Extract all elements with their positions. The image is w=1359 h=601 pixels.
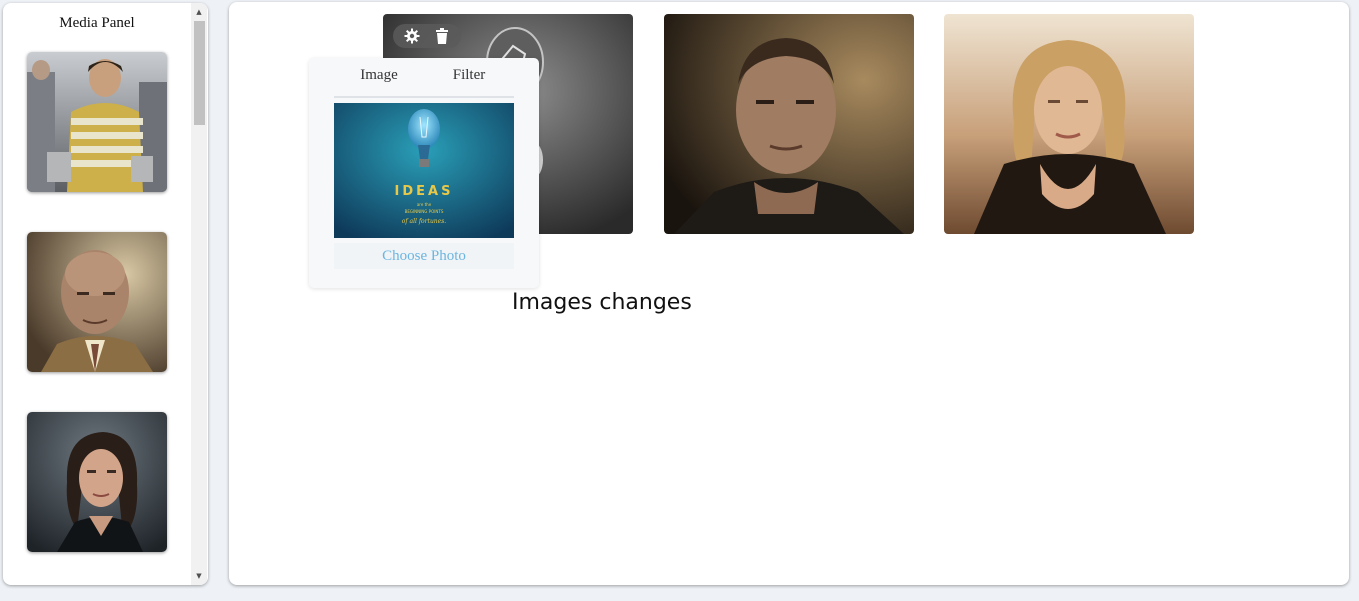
preview-subtitle-3: of all fortunes. (402, 218, 447, 225)
popup-tabs: Image Filter (334, 58, 514, 98)
media-panel-title: Media Panel (59, 15, 135, 31)
selected-image-preview: IDEAS are the BEGINNING POINTS of all fo… (334, 103, 514, 238)
trash-icon[interactable] (431, 25, 453, 47)
canvas-photo[interactable] (664, 14, 914, 234)
media-thumbnail[interactable] (27, 52, 167, 192)
scrollbar-thumb[interactable] (194, 21, 205, 125)
gear-icon[interactable] (401, 25, 423, 47)
choose-photo-button[interactable]: Choose Photo (334, 243, 514, 269)
images-changes-caption: Images changes (512, 290, 692, 315)
canvas-photo[interactable] (944, 14, 1194, 234)
media-thumbnail[interactable] (27, 232, 167, 372)
preview-subtitle-1: are the (417, 202, 432, 207)
scroll-down-icon[interactable]: ▼ (191, 568, 207, 584)
scroll-up-icon[interactable]: ▲ (191, 4, 207, 20)
preview-title: IDEAS (395, 184, 454, 199)
preview-subtitle-2: BEGINNING POINTS (405, 209, 444, 214)
media-panel-scrollbar[interactable]: ▲ ▼ (191, 3, 207, 585)
image-settings-popup: Image Filter IDEAS are the BEGINNING POI… (309, 58, 539, 288)
tab-image[interactable]: Image (334, 58, 424, 96)
media-thumbnail[interactable] (27, 412, 167, 552)
main-canvas: Image Filter IDEAS are the BEGINNING POI… (229, 2, 1349, 585)
media-panel: Media Panel ▲ ▼ (3, 3, 208, 585)
tab-filter[interactable]: Filter (424, 58, 514, 96)
photo-toolbar (393, 24, 461, 48)
